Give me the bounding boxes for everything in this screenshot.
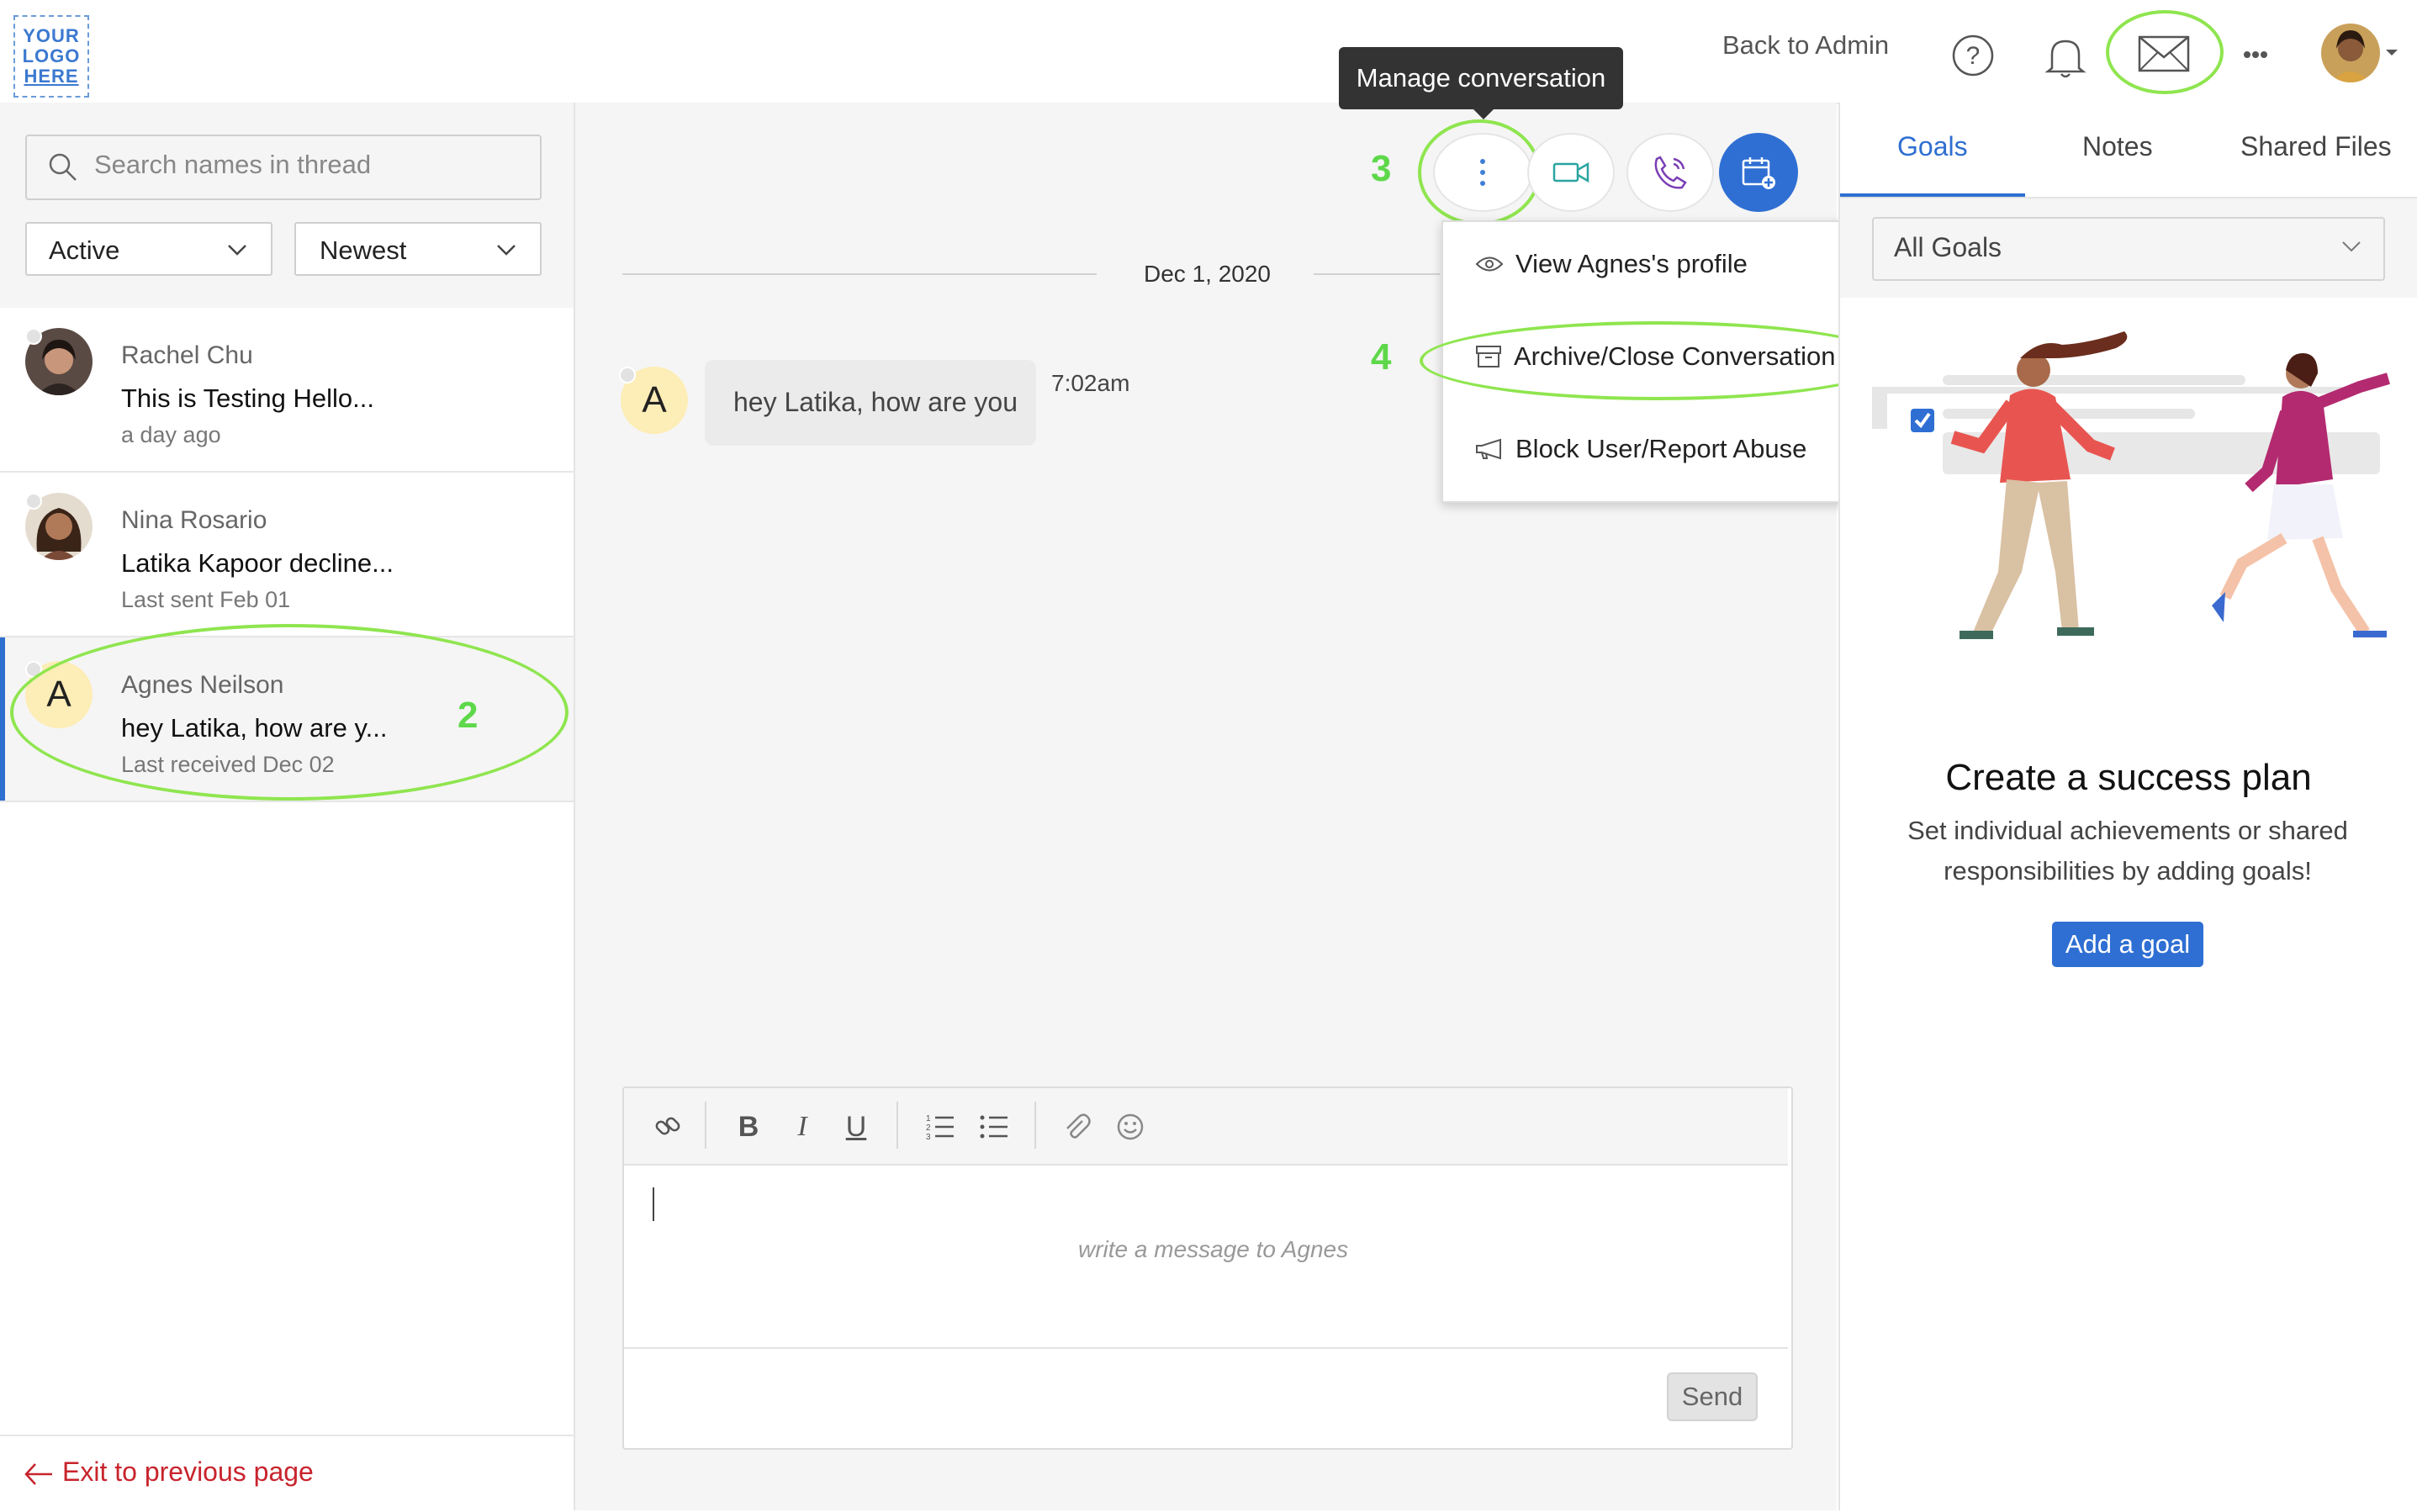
plan-title: Create a success plan bbox=[1945, 757, 2312, 798]
annotation-number-4: 4 bbox=[1371, 336, 1392, 378]
more-options-icon[interactable] bbox=[2240, 45, 2271, 64]
annotation-ring-2 bbox=[10, 624, 569, 801]
bell-icon[interactable] bbox=[2040, 30, 2091, 82]
numbered-list-icon[interactable]: 123 bbox=[922, 1108, 959, 1145]
user-avatar[interactable] bbox=[2321, 24, 2380, 82]
date-divider-label: Dec 1, 2020 bbox=[1144, 261, 1271, 287]
tab-shared-files[interactable]: Shared Files bbox=[2240, 131, 2392, 162]
bullet-list-icon[interactable] bbox=[976, 1108, 1013, 1145]
annotation-number-3: 3 bbox=[1371, 148, 1392, 189]
conversation-name: Rachel Chu bbox=[121, 341, 253, 369]
svg-text:3: 3 bbox=[926, 1133, 931, 1140]
plan-description: Set individual achievements or shared re… bbox=[1907, 816, 2348, 886]
italic-icon[interactable]: I bbox=[785, 1108, 819, 1145]
svg-text:1: 1 bbox=[926, 1114, 931, 1123]
date-divider-right bbox=[1314, 273, 1440, 275]
logo-line-2: LOGO bbox=[22, 45, 81, 66]
message-text: hey Latika, how are you bbox=[733, 387, 1018, 417]
status-dot bbox=[25, 328, 42, 345]
message-input-placeholder: write a message to Agnes bbox=[1078, 1236, 1349, 1262]
tooltip: Manage conversation bbox=[1339, 47, 1623, 109]
help-icon[interactable]: ? bbox=[1949, 32, 1997, 79]
status-dot bbox=[619, 367, 636, 383]
status-dot bbox=[25, 493, 42, 510]
annotation-ring-4 bbox=[1420, 321, 1894, 400]
megaphone-icon bbox=[1475, 438, 1504, 460]
link-icon[interactable] bbox=[649, 1108, 686, 1145]
add-goal-button[interactable]: Add a goal bbox=[2052, 922, 2203, 967]
toolbar-separator bbox=[896, 1102, 898, 1149]
annotation-ring-3 bbox=[1418, 119, 1541, 225]
bold-icon[interactable]: B bbox=[732, 1108, 765, 1145]
chevron-down-icon bbox=[227, 244, 247, 256]
menu-item-label: View Agnes's profile bbox=[1515, 249, 1748, 278]
tab-notes[interactable]: Notes bbox=[2082, 131, 2153, 162]
status-filter-value: Active bbox=[49, 235, 120, 265]
goals-illustration bbox=[1872, 320, 2393, 673]
arrow-left-icon[interactable] bbox=[24, 1462, 54, 1487]
goals-filter-value: All Goals bbox=[1894, 232, 2002, 262]
active-tab-indicator bbox=[1840, 193, 2025, 197]
schedule-meeting-button[interactable] bbox=[1719, 133, 1798, 212]
eye-icon bbox=[1475, 255, 1504, 273]
conversation-time: a day ago bbox=[121, 422, 221, 447]
emoji-icon[interactable] bbox=[1112, 1108, 1149, 1145]
conversation-name: Nina Rosario bbox=[121, 506, 267, 534]
attachment-icon[interactable] bbox=[1058, 1108, 1095, 1145]
conversation-preview: Latika Kapoor decline... bbox=[121, 548, 394, 578]
conversation-time: Last sent Feb 01 bbox=[121, 587, 291, 612]
date-divider-left bbox=[622, 273, 1097, 275]
underline-icon[interactable]: U bbox=[839, 1108, 873, 1145]
logo-line-1: YOUR bbox=[23, 25, 80, 46]
chevron-down-icon bbox=[496, 244, 516, 256]
goals-panel bbox=[1838, 103, 2417, 1510]
send-button[interactable]: Send bbox=[1667, 1372, 1758, 1421]
logo[interactable]: YOUR LOGO HERE bbox=[13, 15, 89, 98]
search-placeholder: Search names in thread bbox=[94, 150, 372, 179]
exit-link[interactable]: Exit to previous page bbox=[62, 1456, 314, 1488]
logo-line-3: HERE bbox=[24, 66, 79, 87]
svg-text:2: 2 bbox=[926, 1123, 931, 1133]
filter-bar bbox=[0, 103, 574, 308]
chevron-down-icon bbox=[2341, 241, 2361, 252]
sort-filter-value: Newest bbox=[320, 235, 407, 265]
tab-goals[interactable]: Goals bbox=[1897, 131, 1968, 162]
phone-call-button[interactable] bbox=[1626, 133, 1714, 212]
back-to-admin-link[interactable]: Back to Admin bbox=[1722, 30, 1889, 61]
menu-item-view-profile[interactable]: View Agnes's profile bbox=[1475, 249, 1748, 279]
messages-icon[interactable] bbox=[2136, 34, 2192, 74]
tooltip-arrow bbox=[1473, 109, 1494, 119]
composer-footer-divider bbox=[624, 1347, 1788, 1349]
selected-indicator bbox=[0, 637, 5, 801]
menu-item-label: Block User/Report Abuse bbox=[1515, 434, 1807, 463]
search-icon bbox=[47, 151, 79, 183]
menu-item-block[interactable]: Block User/Report Abuse bbox=[1475, 434, 1806, 464]
video-call-button[interactable] bbox=[1527, 133, 1615, 212]
toolbar-separator bbox=[705, 1102, 706, 1149]
message-time: 7:02am bbox=[1051, 370, 1130, 396]
annotation-number-2: 2 bbox=[457, 695, 479, 736]
avatar-chevron-down-icon[interactable] bbox=[2385, 49, 2398, 57]
toolbar-separator bbox=[1034, 1102, 1036, 1149]
conversation-preview: This is Testing Hello... bbox=[121, 383, 374, 413]
svg-text:?: ? bbox=[1966, 42, 1981, 70]
